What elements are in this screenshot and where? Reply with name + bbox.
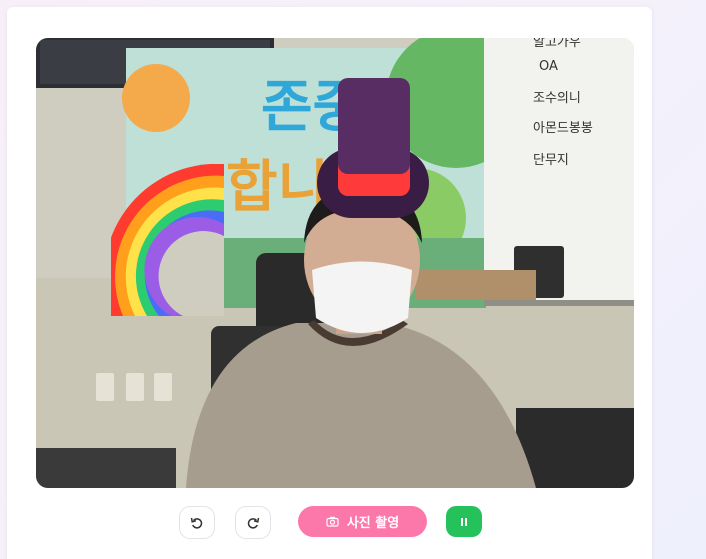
rotate-ccw-icon bbox=[190, 517, 203, 529]
camera-preview: 존중 합니 알고가우 OA 조수의니 아몬드봉봉 단무지 bbox=[36, 38, 634, 488]
whiteboard-item: 알고가우 bbox=[533, 38, 581, 50]
top-hat-sticker[interactable] bbox=[317, 78, 429, 218]
rotate-right-button[interactable] bbox=[235, 506, 271, 539]
capture-photo-button[interactable]: 사진 촬영 bbox=[298, 506, 427, 537]
whiteboard-item: 조수의니 bbox=[533, 91, 581, 106]
rotate-left-button[interactable] bbox=[179, 506, 215, 539]
whiteboard-item: OA bbox=[539, 59, 558, 74]
pause-button[interactable] bbox=[446, 506, 482, 537]
whiteboard-item: 단무지 bbox=[533, 153, 569, 168]
pause-icon bbox=[461, 517, 467, 526]
camera-icon bbox=[326, 516, 339, 527]
capture-photo-label: 사진 촬영 bbox=[346, 516, 400, 531]
camera-controls: 사진 촬영 bbox=[7, 506, 652, 540]
photo-booth-card: 존중 합니 알고가우 OA 조수의니 아몬드봉봉 단무지 사진 촬영 bbox=[7, 7, 652, 559]
rotate-cw-icon bbox=[247, 517, 260, 529]
whiteboard-item: 아몬드봉봉 bbox=[533, 121, 593, 136]
rainbow-sticker[interactable] bbox=[111, 164, 226, 316]
